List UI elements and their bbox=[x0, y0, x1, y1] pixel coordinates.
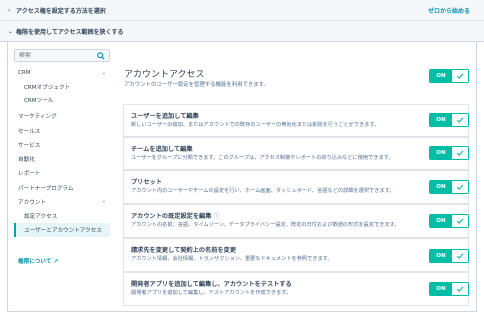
check-icon bbox=[452, 70, 468, 82]
check-icon bbox=[452, 181, 468, 193]
card-title: 開発者アプリを追加して編集し、アカウントをテストする bbox=[131, 281, 292, 288]
sidebar-item-reports[interactable]: レポート bbox=[18, 169, 40, 177]
card-title-text: アカウントの既定設定を編集 bbox=[131, 213, 212, 220]
account-access-toggle[interactable]: ON bbox=[429, 69, 469, 83]
search-icon bbox=[97, 52, 105, 60]
developer-apps-toggle[interactable]: ON bbox=[429, 282, 469, 296]
page-description: アカウントのユーザー設定を管理する機能を利用できます。 bbox=[124, 82, 269, 88]
check-icon bbox=[452, 114, 468, 126]
toggle-on-label: ON bbox=[430, 147, 452, 159]
page-title: アカウントアクセス bbox=[124, 70, 205, 80]
permission-card-developer-apps: 開発者アプリを追加して編集し、アカウントをテストする 開発者アプリを追加して編集… bbox=[123, 272, 469, 306]
accordion-title: 権限を使用してアクセス範囲を狭くする bbox=[16, 28, 124, 36]
sidebar: CRM ⌄ CRMオブジェクト CRMツール マーケティング セールス サービス… bbox=[14, 49, 110, 265]
sidebar-item-users-account-access[interactable]: ユーザーとアカウントアクセス bbox=[24, 226, 102, 234]
external-link-icon: ↗ bbox=[53, 259, 59, 265]
accordion-choose-method[interactable]: › アクセス権を設定する方法を選択 ゼロから始める bbox=[0, 0, 484, 21]
card-title: プリセット bbox=[131, 179, 162, 186]
chevron-down-icon: ⌄ bbox=[8, 27, 14, 35]
presets-toggle[interactable]: ON bbox=[429, 180, 469, 194]
search-box[interactable] bbox=[14, 49, 110, 62]
sidebar-item-marketing[interactable]: マーケティング bbox=[18, 112, 57, 120]
card-description: ユーザーをグループに分類できます。このグループは、アクセス制御やレポートの絞り込… bbox=[131, 155, 394, 161]
card-description: アカウント内のユーザーやチームの設定を行い、ホーム画面、ダッシュボード、言語など… bbox=[131, 188, 395, 194]
users-toggle[interactable]: ON bbox=[429, 113, 469, 127]
info-icon[interactable]: ⓘ bbox=[214, 213, 220, 220]
check-icon bbox=[452, 283, 468, 295]
sidebar-item-crm[interactable]: CRM bbox=[18, 70, 31, 76]
check-icon bbox=[452, 250, 468, 262]
about-permissions-link[interactable]: 権限について ↗ bbox=[18, 257, 58, 265]
card-title: 請求先を変更して契約上の名前を変更 bbox=[131, 247, 237, 254]
sidebar-item-crm-tools[interactable]: CRMツール bbox=[24, 96, 53, 104]
sidebar-item-settings-access[interactable]: 設定アクセス bbox=[24, 212, 57, 220]
teams-toggle[interactable]: ON bbox=[429, 146, 469, 160]
chevron-down-icon[interactable]: ⌄ bbox=[102, 198, 106, 204]
sidebar-item-service[interactable]: サービス bbox=[18, 141, 40, 149]
sidebar-item-automation[interactable]: 自動化 bbox=[18, 155, 35, 163]
sidebar-item-crm-objects[interactable]: CRMオブジェクト bbox=[24, 83, 70, 91]
billing-toggle[interactable]: ON bbox=[429, 249, 469, 263]
start-from-scratch-link[interactable]: ゼロから始める bbox=[428, 6, 470, 15]
permission-card-presets: プリセット アカウント内のユーザーやチームの設定を行い、ホーム画面、ダッシュボー… bbox=[123, 170, 469, 204]
permission-card-users: ユーザーを追加して編集 新しいユーザーの追加、またはアカウントでの既存のユーザー… bbox=[123, 104, 469, 137]
sidebar-item-account[interactable]: アカウント bbox=[18, 198, 46, 206]
account-defaults-toggle[interactable]: ON bbox=[429, 214, 469, 228]
card-title: ユーザーを追加して編集 bbox=[131, 113, 199, 120]
toggle-on-label: ON bbox=[430, 70, 452, 82]
about-permissions-label: 権限について bbox=[18, 259, 52, 265]
card-description: アカウント情報、会社情報、トランザクション、重要なドキュメントを参照できます。 bbox=[131, 256, 333, 262]
toggle-on-label: ON bbox=[430, 250, 452, 262]
toggle-on-label: ON bbox=[430, 114, 452, 126]
chevron-right-icon: › bbox=[8, 6, 11, 14]
card-description: 開発者アプリを追加して編集し、テストアカウントを作成できます。 bbox=[131, 290, 292, 296]
toggle-on-label: ON bbox=[430, 215, 452, 227]
check-icon bbox=[452, 215, 468, 227]
search-input[interactable] bbox=[19, 52, 99, 59]
card-title: チームを追加して編集 bbox=[131, 146, 193, 153]
permission-card-account-defaults: アカウントの既定設定を編集 ⓘ アカウントの名前、言語、タイムゾーン、データプラ… bbox=[123, 204, 469, 238]
card-description: アカウントの名前、言語、タイムゾーン、データプライバシー設定、既定の日付および数… bbox=[131, 222, 400, 228]
permission-card-billing: 請求先を変更して契約上の名前を変更 アカウント情報、会社情報、トランザクション、… bbox=[123, 238, 469, 272]
permission-card-teams: チームを追加して編集 ユーザーをグループに分類できます。このグループは、アクセス… bbox=[123, 137, 469, 170]
accordion-narrow-access[interactable]: ⌄ 権限を使用してアクセス範囲を狭くする bbox=[0, 21, 484, 42]
sidebar-item-sales[interactable]: セールス bbox=[18, 127, 40, 135]
chevron-down-icon[interactable]: ⌄ bbox=[102, 70, 106, 76]
check-icon bbox=[452, 147, 468, 159]
card-description: 新しいユーザーの追加、またはアカウントでの既存のユーザーの無効化または削除を行う… bbox=[131, 122, 380, 128]
sidebar-item-partner-program[interactable]: パートナープログラム bbox=[18, 184, 73, 192]
accordion-title: アクセス権を設定する方法を選択 bbox=[16, 7, 106, 15]
toggle-on-label: ON bbox=[430, 283, 452, 295]
card-title: アカウントの既定設定を編集 ⓘ bbox=[131, 211, 220, 220]
toggle-on-label: ON bbox=[430, 181, 452, 193]
